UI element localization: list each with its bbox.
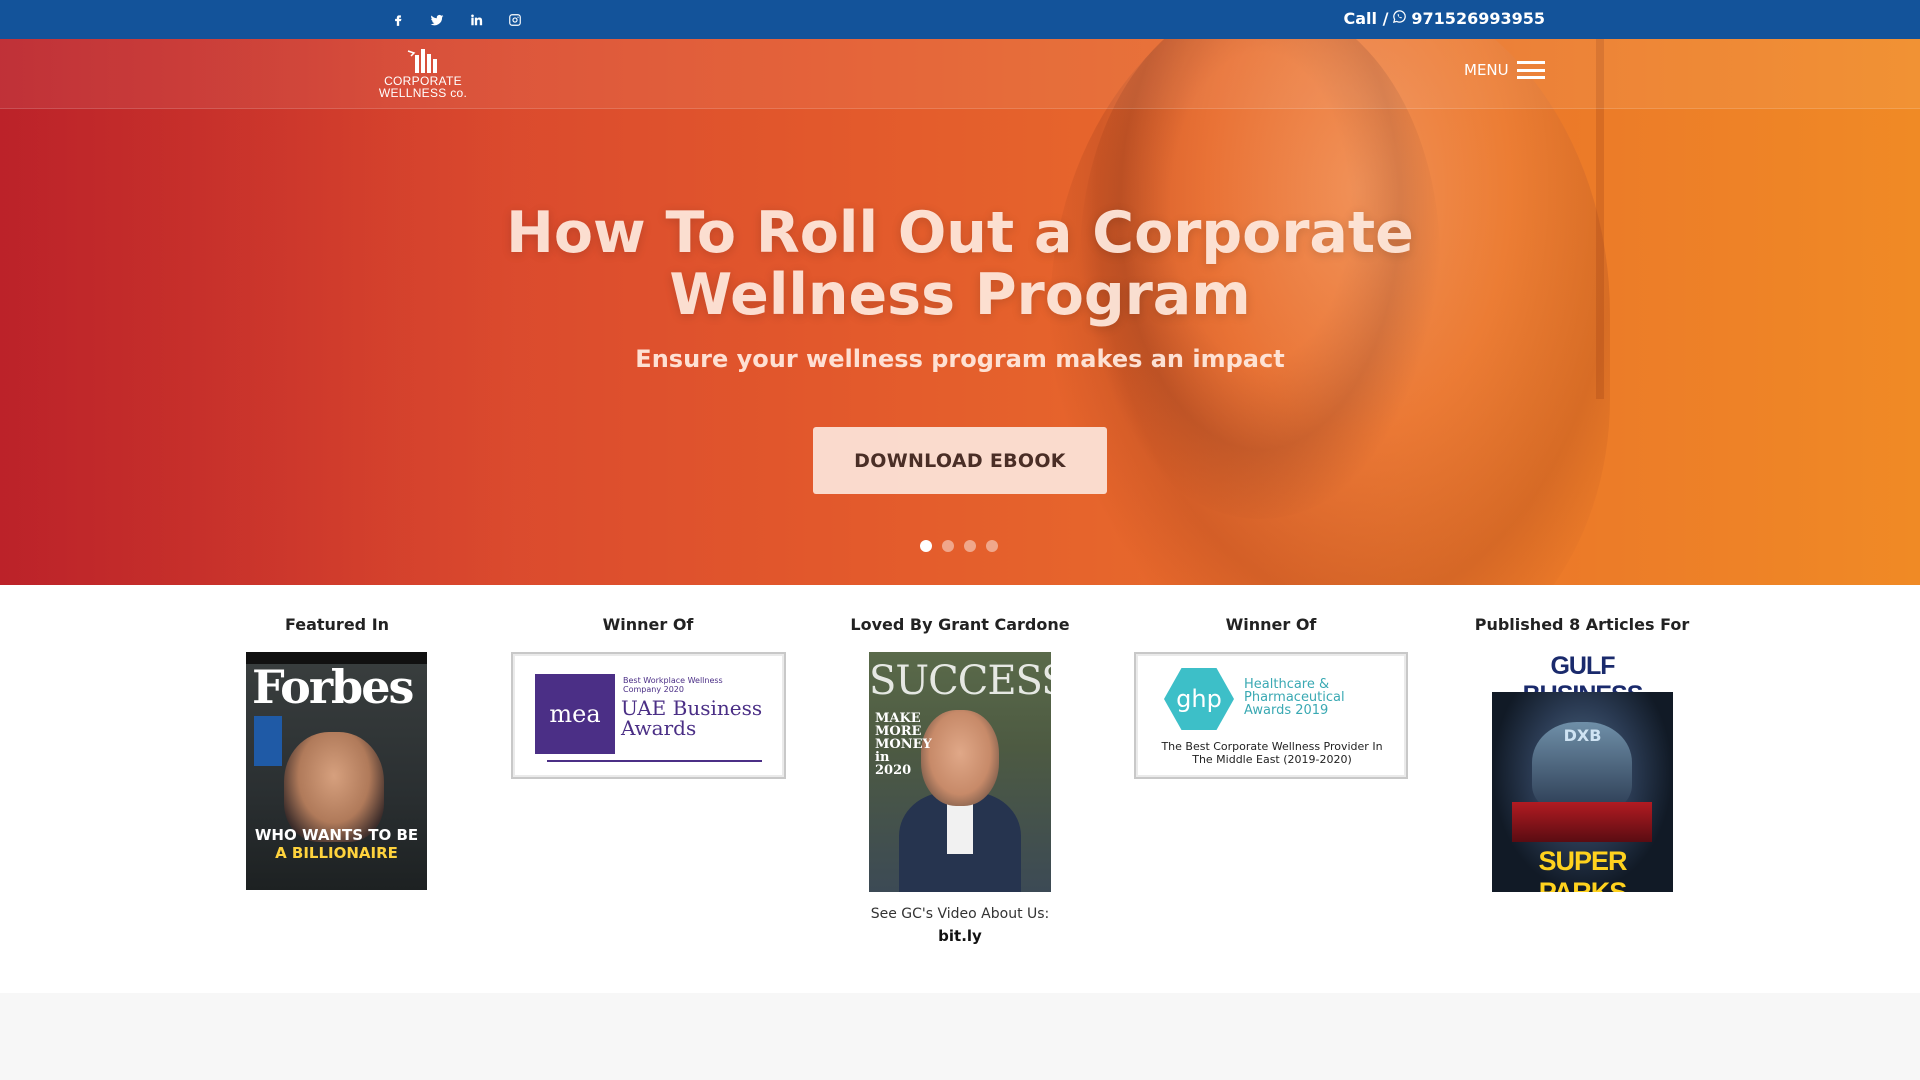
success-cover-photo (921, 710, 999, 806)
forbes-cover-line-2: A BILLIONAIRE (275, 844, 398, 862)
forbes-cover[interactable]: Forbes WHO WANTS TO BE A BILLIONAIRE (246, 652, 427, 890)
social-links (378, 0, 534, 39)
slide-dot-4[interactable] (986, 540, 998, 552)
gc-video-label: See GC's Video About Us: (870, 906, 1050, 922)
top-bar: Call / 971526993955 (0, 0, 1920, 39)
featured-in-heading: Featured In (284, 615, 390, 634)
success-cover[interactable]: SUCCESS MAKE MORE MONEY in 2020 (869, 652, 1051, 892)
linkedin-icon[interactable] (456, 0, 495, 39)
mea-underline (547, 760, 762, 762)
gulf-business-cover-red (1512, 802, 1652, 842)
slide-dot-1[interactable] (920, 540, 932, 552)
ghp-award-title: Healthcare & Pharmaceutical Awards 2019 (1244, 677, 1345, 718)
whatsapp-icon (1392, 9, 1407, 28)
slide-dot-2[interactable] (942, 540, 954, 552)
gulf-business-cover[interactable]: GULF BUSINESS DXB SUPER PARKS (1492, 652, 1673, 892)
phone-number[interactable]: 971526993955 (1411, 9, 1545, 28)
loved-by-heading: Loved By Grant Cardone (850, 615, 1070, 634)
hero-title: How To Roll Out a Corporate Wellness Pro… (506, 200, 1414, 328)
ghp-award-badge[interactable]: ghp Healthcare & Pharmaceutical Awards 2… (1134, 652, 1408, 779)
ghp-logo: ghp (1164, 668, 1234, 730)
winner-of-heading-1: Winner Of (602, 615, 694, 634)
uae-business-awards-badge[interactable]: mea Best Workplace Wellness Company 2020… (511, 652, 786, 779)
gc-video-link[interactable]: bit.ly (830, 925, 1090, 947)
twitter-icon[interactable] (417, 0, 456, 39)
mea-award-title: UAE Business Awards (621, 696, 763, 740)
hero-content: How To Roll Out a Corporate Wellness Pro… (0, 39, 1920, 585)
success-cover-sideline: MAKE MORE MONEY in 2020 (875, 711, 932, 778)
instagram-icon[interactable] (495, 0, 534, 39)
forbes-cover-line-1: WHO WANTS TO BE (254, 826, 419, 844)
hero-subtitle: Ensure your wellness program makes an im… (635, 345, 1285, 373)
published-for-heading: Published 8 Articles For (1474, 615, 1690, 634)
forbes-masthead: Forbes (252, 660, 414, 714)
gulf-business-dxb: DXB (1563, 726, 1602, 745)
facebook-icon[interactable] (378, 0, 417, 39)
winner-of-heading-2: Winner Of (1225, 615, 1317, 634)
call-label: Call / (1343, 8, 1389, 28)
forbes-badge (254, 716, 282, 766)
ghp-award-caption: The Best Corporate Wellness Provider In … (1161, 740, 1383, 766)
success-masthead: SUCCESS (869, 658, 1051, 704)
call-contact[interactable]: Call / 971526993955 (1343, 0, 1545, 36)
press-section: Featured In Forbes WHO WANTS TO BE A BIL… (0, 585, 1920, 993)
gulf-business-headline: SUPER PARKS (1538, 846, 1627, 892)
download-ebook-button[interactable]: DOWNLOAD EBOOK (813, 427, 1107, 494)
mea-award-small-text: Best Workplace Wellness Company 2020 (623, 676, 723, 694)
mea-logo: mea (535, 674, 615, 754)
slider-pagination (920, 540, 998, 552)
slide-dot-3[interactable] (964, 540, 976, 552)
gc-video-note: See GC's Video About Us: bit.ly (830, 903, 1090, 947)
next-section-band (0, 993, 1920, 1080)
